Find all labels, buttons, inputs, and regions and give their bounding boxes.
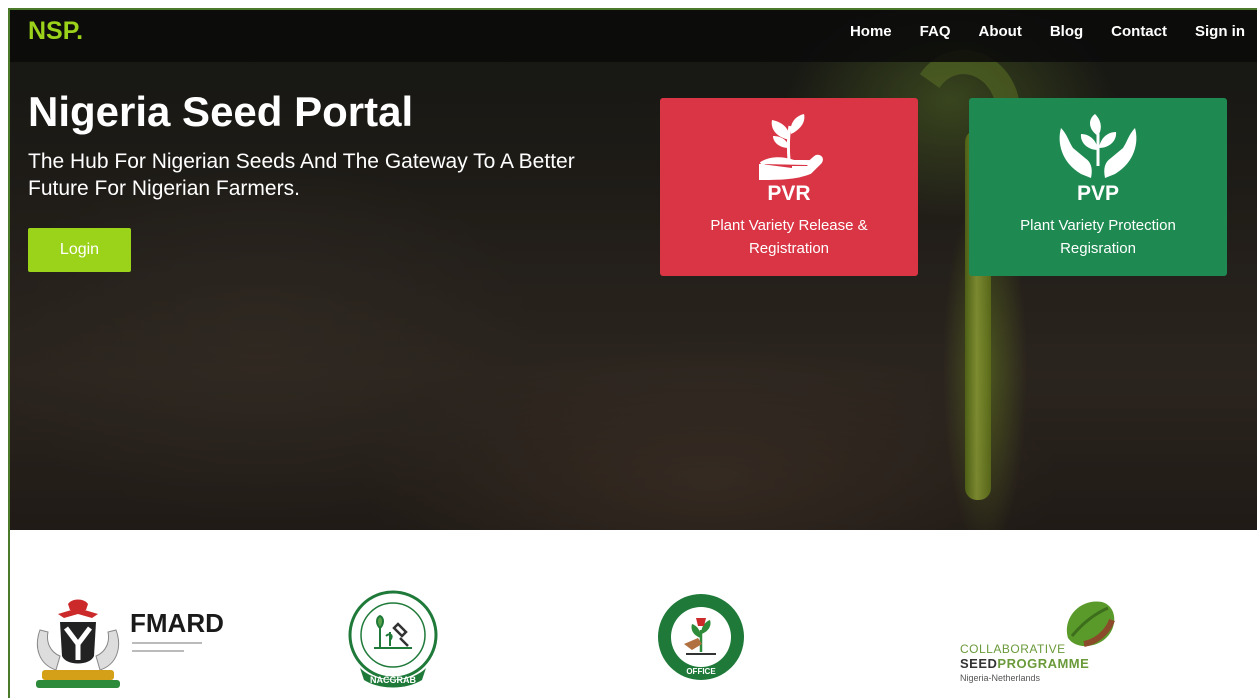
coat-of-arms-icon [36, 599, 120, 688]
fmard-caption-line [132, 642, 202, 644]
nacgrab-text: NACGRAB [370, 675, 416, 685]
pvp-code: PVP [1076, 182, 1120, 205]
partner-logos: FMARD NACGRAB OFFICE COLLABORATIVE SEEDP… [10, 530, 1257, 698]
page-title: Nigeria Seed Portal [28, 88, 414, 135]
pvp-office-text: OFFICE [686, 667, 716, 676]
pvp-card[interactable]: PVP Plant Variety Protection Regisration [969, 98, 1227, 276]
pvr-card[interactable]: PVR Plant Variety Release & Registration [660, 98, 918, 276]
nav-contact[interactable]: Contact [1111, 23, 1167, 40]
cupped-hands-plant-icon [1059, 114, 1137, 178]
pvp-description: Plant Variety Protection Regisration [1020, 217, 1176, 257]
fmard-text: FMARD [130, 608, 224, 638]
navbar: NSP. Home FAQ About Blog Contact Sign in [10, 10, 1257, 62]
pvp-office-logo[interactable]: OFFICE [656, 592, 746, 682]
hero-subtitle: The Hub For Nigerian Seeds And The Gatew… [28, 150, 575, 200]
hero-section: NSP. Home FAQ About Blog Contact Sign in… [10, 10, 1257, 530]
csp-programme: PROGRAMME [997, 656, 1090, 671]
csp-line1: COLLABORATIVE [960, 642, 1066, 656]
csp-seed: SEED [960, 656, 998, 671]
nacgrab-logo[interactable]: NACGRAB [346, 588, 440, 692]
nav-home[interactable]: Home [850, 23, 892, 40]
fmard-caption-line [132, 650, 184, 652]
nacgrab-seal-icon: NACGRAB [348, 590, 438, 688]
csp-logo[interactable]: COLLABORATIVE SEEDPROGRAMME Nigeria-Neth… [960, 598, 1120, 683]
csp-line2: SEEDPROGRAMME [960, 656, 1089, 671]
csp-line3: Nigeria-Netherlands [960, 673, 1041, 683]
nav-menu: Home FAQ About Blog Contact Sign in [850, 23, 1245, 40]
nav-faq[interactable]: FAQ [920, 23, 951, 40]
nav-blog[interactable]: Blog [1050, 23, 1083, 40]
pvr-code: PVR [767, 182, 811, 205]
pvp-office-seal-icon: OFFICE [658, 594, 744, 680]
brand-logo[interactable]: NSP. [28, 17, 83, 46]
fmard-logo[interactable]: FMARD [28, 596, 248, 692]
pvr-description: Plant Variety Release & Registration [710, 217, 868, 257]
seed-leaf-icon [1066, 601, 1115, 647]
seedling-hand-icon [759, 114, 823, 181]
nav-sign-in[interactable]: Sign in [1195, 23, 1245, 40]
login-button[interactable]: Login [28, 228, 131, 272]
nav-about[interactable]: About [979, 23, 1022, 40]
browser-frame: NSP. Home FAQ About Blog Contact Sign in… [8, 8, 1257, 698]
